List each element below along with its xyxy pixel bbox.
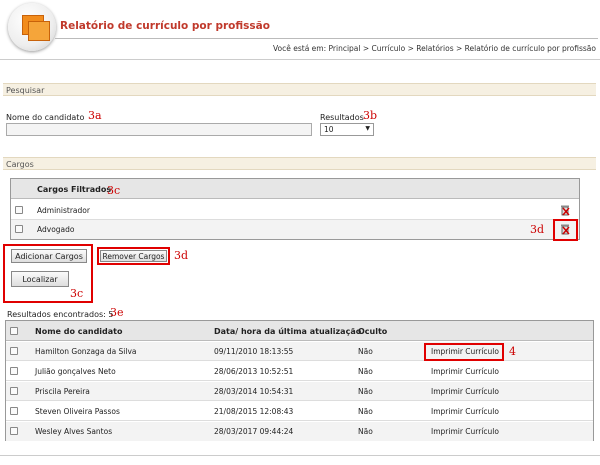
update-date: 21/08/2015 12:08:43 [214,407,294,416]
candidate-name: Hamilton Gonzaga da Silva [35,347,137,356]
table-row: Wesley Alves Santos 28/03/2017 09:44:24 … [6,422,593,441]
annotation-3d-trash: 3d [530,223,545,236]
update-date: 28/03/2017 09:44:24 [214,427,294,436]
column-name: Nome do candidato [35,327,123,336]
hidden-value: Não [358,387,373,396]
annotation-box-trash [553,219,578,241]
chevron-down-icon: ▼ [365,125,370,132]
footer-divider [0,455,600,456]
delete-trash-icon[interactable] [560,204,570,216]
cargo-row: Administrador [11,201,579,220]
cargo-row: Advogado [11,220,579,239]
cargo-label: Administrador [37,206,90,215]
results-count: Resultados encontrados: 5 [7,310,113,319]
remove-cargos-button[interactable]: Remover Cargos [100,250,167,262]
candidate-name: Julião gonçalves Neto [35,367,116,376]
annotation-box-print [424,343,504,361]
page-title: Relatório de currículo por profissão [60,20,270,32]
add-cargos-button[interactable]: Adicionar Cargos [11,249,87,263]
select-all-checkbox[interactable] [10,327,18,335]
hidden-value: Não [358,347,373,356]
row-checkbox[interactable] [10,367,18,375]
title-divider [55,38,598,39]
update-date: 09/11/2010 18:13:55 [214,347,294,356]
annotation-3e: 3e [110,306,124,319]
candidate-name-label: Nome do candidato [6,113,85,122]
results-table-header: Nome do candidato Data/ hora da última a… [6,321,593,341]
results-per-page-select[interactable]: 10 ▼ [320,123,374,136]
update-date: 28/03/2014 10:54:31 [214,387,294,396]
hidden-value: Não [358,407,373,416]
print-curriculum-link[interactable]: Imprimir Currículo [431,367,499,376]
cargos-table-header: Cargos Filtrados [11,179,579,199]
annotation-3a: 3a [88,109,102,122]
candidate-name: Priscila Pereira [35,387,90,396]
breadcrumb: Você está em: Principal > Currículo > Re… [272,44,596,53]
table-row: Julião gonçalves Neto 28/06/2013 10:52:5… [6,362,593,381]
hidden-value: Não [358,367,373,376]
app-logo [8,3,56,51]
candidate-name: Wesley Alves Santos [35,427,113,436]
cargo-checkbox[interactable] [15,225,23,233]
print-curriculum-link[interactable]: Imprimir Currículo [431,387,499,396]
print-curriculum-link[interactable]: Imprimir Currículo [431,427,499,436]
table-row: Steven Oliveira Passos 21/08/2015 12:08:… [6,402,593,421]
cargo-label: Advogado [37,225,75,234]
row-checkbox[interactable] [10,407,18,415]
annotation-3c-buttons: 3c [70,287,84,300]
cargos-table: Cargos Filtrados 3c Administrador Advoga… [10,178,580,240]
column-date: Data/ hora da última atualização [214,327,362,336]
search-section-bar: Pesquisar [3,83,596,96]
row-checkbox[interactable] [10,347,18,355]
table-row: Hamilton Gonzaga da Silva 09/11/2010 18:… [6,342,593,361]
row-checkbox[interactable] [10,427,18,435]
logo-folder-front-icon [28,21,50,41]
header-divider [0,59,600,60]
results-table: Nome do candidato Data/ hora da última a… [5,320,594,441]
hidden-value: Não [358,427,373,436]
page-header: Relatório de currículo por profissão Voc… [0,0,600,58]
find-button[interactable]: Localizar [11,271,69,287]
candidate-name-input[interactable] [6,123,312,136]
annotation-4: 4 [509,345,516,358]
update-date: 28/06/2013 10:52:51 [214,367,294,376]
row-checkbox[interactable] [10,387,18,395]
annotation-3d-button: 3d [174,249,189,262]
annotation-3c-header: 3c [107,184,121,197]
results-label: Resultados [320,113,364,122]
column-hidden: Oculto [358,327,388,336]
print-curriculum-link[interactable]: Imprimir Currículo [431,407,499,416]
cargos-header-label: Cargos Filtrados [37,185,112,194]
results-per-page-value: 10 [324,125,334,134]
table-row: Priscila Pereira 28/03/2014 10:54:31 Não… [6,382,593,401]
annotation-3b: 3b [363,109,378,122]
cargos-section-bar: Cargos [3,157,596,170]
results-count-label: Resultados encontrados: [7,310,106,319]
cargo-checkbox[interactable] [15,206,23,214]
candidate-name: Steven Oliveira Passos [35,407,120,416]
